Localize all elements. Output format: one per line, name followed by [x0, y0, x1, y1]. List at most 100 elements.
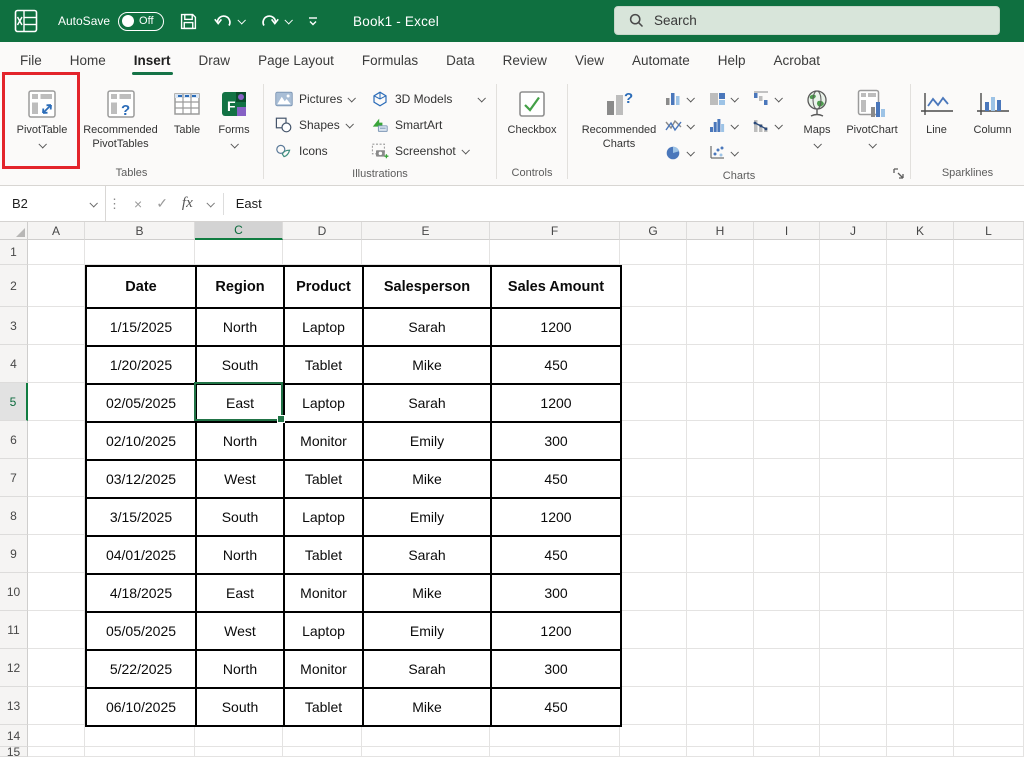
undo-button[interactable]: [213, 12, 244, 30]
tab-home[interactable]: Home: [56, 42, 120, 78]
charts-dialog-launcher-icon[interactable]: [892, 167, 906, 181]
cell-A8[interactable]: [28, 497, 85, 535]
table-cell[interactable]: Sarah: [363, 384, 491, 422]
cell-K11[interactable]: [887, 611, 954, 649]
cell-H5[interactable]: [687, 383, 754, 421]
table-cell[interactable]: Mike: [363, 460, 491, 498]
cell-L5[interactable]: [954, 383, 1024, 421]
table-cell[interactable]: Emily: [363, 498, 491, 536]
cell-J11[interactable]: [820, 611, 887, 649]
cell-G10[interactable]: [620, 573, 687, 611]
table-cell[interactable]: West: [196, 460, 284, 498]
pictures-dropdown-chevron-icon[interactable]: [348, 94, 356, 102]
table-cell[interactable]: Mike: [363, 574, 491, 612]
table-cell[interactable]: 5/22/2025: [86, 650, 196, 688]
insert-scatter-chart-button[interactable]: [706, 139, 750, 166]
cell-J6[interactable]: [820, 421, 887, 459]
cell-J14[interactable]: [820, 725, 887, 747]
table-cell[interactable]: 3/15/2025: [86, 498, 196, 536]
cell-F14[interactable]: [490, 725, 620, 747]
cell-H3[interactable]: [687, 307, 754, 345]
cell-G1[interactable]: [620, 240, 687, 265]
formula-input[interactable]: East: [224, 196, 1024, 211]
table-cell[interactable]: 02/10/2025: [86, 422, 196, 460]
row-header-13[interactable]: 13: [0, 687, 28, 725]
cell-K6[interactable]: [887, 421, 954, 459]
column-header-B[interactable]: B: [85, 222, 195, 240]
cell-A1[interactable]: [28, 240, 85, 265]
cell-L10[interactable]: [954, 573, 1024, 611]
cell-B14[interactable]: [85, 725, 195, 747]
column-header-K[interactable]: K: [887, 222, 954, 240]
cell-J5[interactable]: [820, 383, 887, 421]
cell-H6[interactable]: [687, 421, 754, 459]
cell-E1[interactable]: [362, 240, 490, 265]
cell-K4[interactable]: [887, 345, 954, 383]
insert-hierarchy-chart-button[interactable]: [706, 85, 750, 112]
row-header-1[interactable]: 1: [0, 240, 28, 265]
table-cell[interactable]: 300: [491, 650, 621, 688]
cell-A12[interactable]: [28, 649, 85, 687]
screenshot-button[interactable]: Screenshot: [368, 138, 496, 164]
cell-H8[interactable]: [687, 497, 754, 535]
cell-G2[interactable]: [620, 265, 687, 307]
row-header-7[interactable]: 7: [0, 459, 28, 497]
column-header-H[interactable]: H: [687, 222, 754, 240]
pivottable-dropdown-chevron-icon[interactable]: [38, 140, 46, 148]
maps-dropdown-chevron-icon[interactable]: [813, 140, 821, 148]
cell-J1[interactable]: [820, 240, 887, 265]
table-cell[interactable]: 06/10/2025: [86, 688, 196, 726]
table-cell[interactable]: Monitor: [284, 574, 363, 612]
table-cell[interactable]: 1/15/2025: [86, 308, 196, 346]
waterfall-chart-chevron-icon[interactable]: [774, 94, 782, 102]
redo-button[interactable]: [260, 12, 291, 30]
cell-K5[interactable]: [887, 383, 954, 421]
cell-B1[interactable]: [85, 240, 195, 265]
cell-I3[interactable]: [754, 307, 820, 345]
table-cell[interactable]: North: [196, 308, 284, 346]
tab-data[interactable]: Data: [432, 42, 489, 78]
cell-I5[interactable]: [754, 383, 820, 421]
cell-L6[interactable]: [954, 421, 1024, 459]
scatter-chart-chevron-icon[interactable]: [730, 148, 738, 156]
table-cell[interactable]: Laptop: [284, 308, 363, 346]
table-cell[interactable]: North: [196, 422, 284, 460]
cell-H9[interactable]: [687, 535, 754, 573]
cell-K9[interactable]: [887, 535, 954, 573]
tab-view[interactable]: View: [561, 42, 618, 78]
row-header-6[interactable]: 6: [0, 421, 28, 459]
insert-pie-chart-button[interactable]: [662, 139, 706, 166]
column-header-E[interactable]: E: [362, 222, 490, 240]
cell-F15[interactable]: [490, 747, 620, 757]
table-cell[interactable]: North: [196, 536, 284, 574]
row-header-11[interactable]: 11: [0, 611, 28, 649]
cell-H13[interactable]: [687, 687, 754, 725]
table-header-cell[interactable]: Region: [196, 266, 284, 308]
cell-A2[interactable]: [28, 265, 85, 307]
table-cell[interactable]: Sarah: [363, 308, 491, 346]
tab-insert[interactable]: Insert: [120, 42, 185, 78]
cell-G15[interactable]: [620, 747, 687, 757]
table-cell[interactable]: 4/18/2025: [86, 574, 196, 612]
table-cell[interactable]: 450: [491, 460, 621, 498]
table-cell[interactable]: Emily: [363, 612, 491, 650]
table-cell[interactable]: 450: [491, 346, 621, 384]
cell-A10[interactable]: [28, 573, 85, 611]
cell-D1[interactable]: [283, 240, 362, 265]
recommended-pivottables-button[interactable]: ? Recommended PivotTables: [78, 83, 163, 152]
table-header-cell[interactable]: Date: [86, 266, 196, 308]
tab-page-layout[interactable]: Page Layout: [244, 42, 348, 78]
cell-H4[interactable]: [687, 345, 754, 383]
line-chart-chevron-icon[interactable]: [686, 121, 694, 129]
cell-I11[interactable]: [754, 611, 820, 649]
cell-K3[interactable]: [887, 307, 954, 345]
cell-I7[interactable]: [754, 459, 820, 497]
cell-G5[interactable]: [620, 383, 687, 421]
icons-button[interactable]: Icons: [272, 138, 368, 164]
cell-K14[interactable]: [887, 725, 954, 747]
cell-L14[interactable]: [954, 725, 1024, 747]
table-cell[interactable]: 1/20/2025: [86, 346, 196, 384]
cell-L12[interactable]: [954, 649, 1024, 687]
tab-acrobat[interactable]: Acrobat: [760, 42, 835, 78]
cell-A11[interactable]: [28, 611, 85, 649]
